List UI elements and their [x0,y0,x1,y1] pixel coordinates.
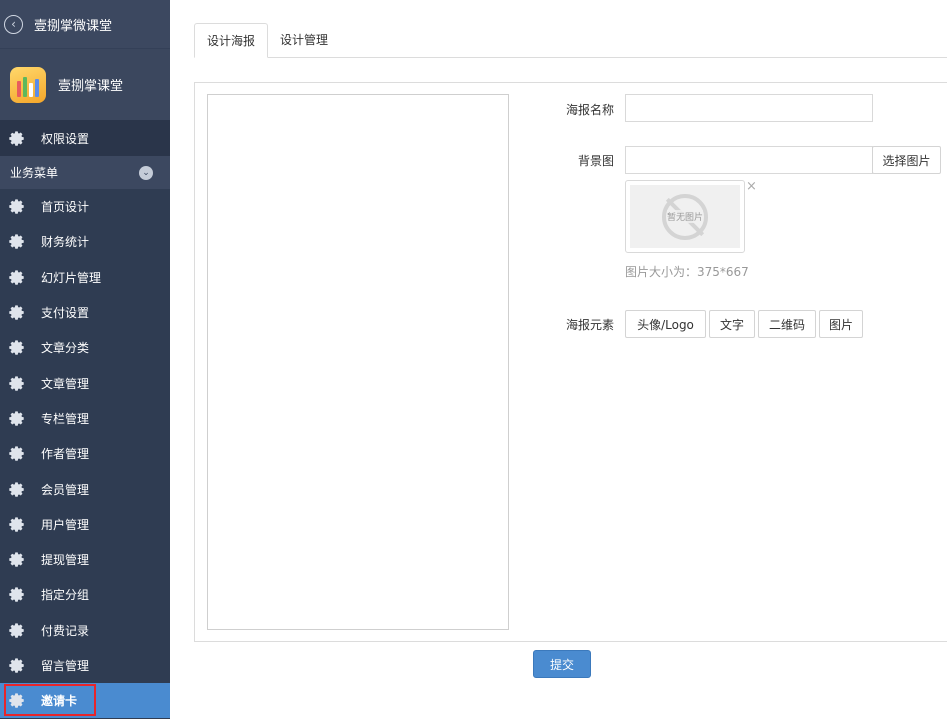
sidebar-item-permission[interactable]: 权限设置 [0,120,170,156]
chevron-down-circle-icon[interactable]: ⌄ [139,165,153,180]
sidebar-item[interactable]: 作者管理 [0,436,170,471]
sidebar-item[interactable]: 支付设置 [0,295,170,330]
gear-icon [9,305,24,320]
chevron-left-circle-icon[interactable]: ‹ [4,14,23,34]
no-image-icon: 暂无图片 [662,193,708,240]
poster-elements-label: 海报元素 [565,318,614,332]
gear-icon [9,376,24,391]
add-qrcode-button[interactable]: 二维码 [758,310,816,338]
sidebar-group-business[interactable]: 业务菜单 ⌄ [0,156,170,189]
sidebar-item-label: 会员管理 [41,482,90,497]
gear-icon [9,552,24,567]
sidebar-header[interactable]: ‹ 壹捌掌微课堂 [0,0,170,48]
add-image-button[interactable]: 图片 [819,310,863,338]
gear-icon [9,199,24,214]
sidebar-item-label: 用户管理 [41,517,90,532]
gear-icon [9,446,24,461]
sidebar-item-label: 财务统计 [41,235,90,250]
poster-name-input[interactable] [625,94,873,122]
close-icon[interactable]: × [746,179,757,194]
sidebar-item-label: 留言管理 [41,659,90,673]
gear-icon [9,623,24,638]
background-label: 背景图 [577,154,614,168]
background-input[interactable] [625,146,873,174]
sidebar-item-label: 指定分组 [41,588,90,603]
gear-icon [9,693,24,709]
sidebar-item[interactable]: 首页设计 [0,189,170,224]
sidebar-item[interactable]: 专栏管理 [0,401,170,436]
gear-icon [9,270,24,285]
sidebar-item-label: 邀请卡 [41,694,78,709]
sidebar-item[interactable]: 邀请卡 [0,683,170,719]
sidebar-item-label: 付费记录 [41,623,90,638]
gear-icon [9,234,24,250]
sidebar-item[interactable]: 留言管理 [0,648,170,683]
gear-icon [9,340,24,356]
sidebar-item[interactable]: 文章管理 [0,365,170,400]
sidebar-item-label: 提现管理 [41,553,90,568]
tab-design-poster[interactable]: 设计海报 [194,23,268,58]
sidebar-item[interactable]: 付费记录 [0,613,170,648]
sidebar-item[interactable]: 会员管理 [0,471,170,506]
sidebar-item-label: 权限设置 [41,131,90,146]
gear-icon [9,130,24,146]
sidebar-item-label: 幻灯片管理 [41,270,102,285]
app-logo [10,66,46,103]
sidebar-menu: 首页设计财务统计幻灯片管理支付设置文章分类文章管理专栏管理作者管理会员管理用户管… [0,189,170,719]
sidebar-item-label: 文章分类 [41,341,90,356]
add-avatar-logo-button[interactable]: 头像/Logo [625,310,706,338]
sidebar-item[interactable]: 提现管理 [0,542,170,577]
sidebar-item[interactable]: 财务统计 [0,224,170,259]
image-size-hint: 图片大小为：375*667 [625,265,749,279]
sidebar-item-label: 文章管理 [41,376,90,391]
sidebar-title: 壹捌掌微课堂 [34,18,113,34]
sidebar-item[interactable]: 指定分组 [0,577,170,612]
sidebar-item-label: 专栏管理 [41,411,90,426]
main-content: 设计海报 设计管理 海报名称 背景图 选择图片 暂无图片 × 图片大小为：375… [170,0,947,719]
sidebar-item[interactable]: 用户管理 [0,507,170,542]
sidebar-group-label: 业务菜单 [10,166,59,180]
sidebar-item-label: 作者管理 [41,447,90,462]
choose-image-button[interactable]: 选择图片 [872,146,941,174]
tab-bar: 设计海报 设计管理 [194,23,947,58]
tab-design-manage[interactable]: 设计管理 [268,23,340,58]
gear-icon [9,517,24,532]
sidebar-item-label: 首页设计 [41,200,90,215]
sidebar-item[interactable]: 幻灯片管理 [0,260,170,295]
add-text-button[interactable]: 文字 [709,310,755,338]
gear-icon [9,481,24,497]
submit-button[interactable]: 提交 [533,650,591,678]
background-preview: 暂无图片 [625,180,745,253]
sidebar-item-label: 支付设置 [41,306,90,321]
sidebar-item[interactable]: 文章分类 [0,330,170,365]
app-info: 壹捌掌课堂 [0,48,170,120]
app-name: 壹捌掌课堂 [58,79,124,94]
poster-panel: 海报名称 背景图 选择图片 暂无图片 × 图片大小为：375*667 海报元素 … [194,82,947,642]
gear-icon [9,587,24,603]
gear-icon [9,411,24,426]
poster-name-label: 海报名称 [565,103,614,117]
sidebar: ‹ 壹捌掌微课堂 壹捌掌课堂 权限设置 业务菜单 ⌄ 首页设计财务统计幻灯片管理… [0,0,170,719]
gear-icon [9,658,24,673]
poster-preview-canvas[interactable] [207,94,509,630]
